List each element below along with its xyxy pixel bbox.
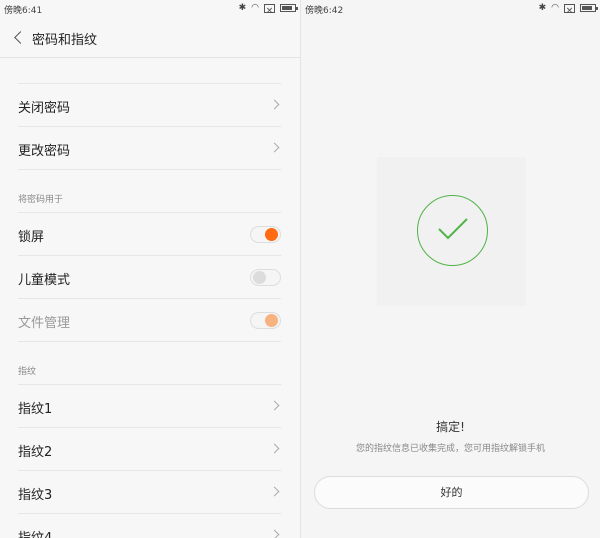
lockscreen-toggle[interactable] (250, 226, 281, 243)
close-password-row[interactable]: 关闭密码 (18, 83, 281, 126)
status-time: 傍晚6:42 (305, 6, 344, 16)
file-manager-toggle[interactable] (250, 312, 281, 329)
chevron-right-icon (271, 445, 279, 453)
fingerprint-row-3[interactable]: 指纹3 (18, 470, 281, 513)
status-icons: ✱ ◠ × (538, 2, 598, 16)
row-label: 文件管理 (18, 316, 71, 331)
row-label: 指纹2 (18, 445, 53, 460)
wifi-icon: ◠ (251, 3, 259, 13)
bluetooth-icon: ✱ (238, 3, 247, 13)
row-label: 指纹1 (18, 402, 53, 417)
row-label: 儿童模式 (18, 273, 71, 288)
check-circle-icon (417, 195, 488, 266)
row-label: 更改密码 (18, 144, 71, 159)
chevron-right-icon (271, 144, 279, 152)
fingerprint-done-panel: 傍晚6:42 ✱ ◠ × 搞定! 您的指纹信息已收集完成，您可用指纹解锁手机 好… (300, 0, 600, 538)
status-icons: ✱ ◠ × (238, 2, 298, 16)
result-subtitle: 您的指纹信息已收集完成，您可用指纹解锁手机 (355, 444, 545, 454)
row-label: 指纹3 (18, 488, 53, 503)
battery-icon (580, 4, 598, 12)
toggle-row-lockscreen: 锁屏 (18, 212, 281, 255)
wifi-icon: ◠ (551, 3, 559, 13)
kids-mode-toggle[interactable] (250, 269, 281, 286)
toggle-knob (253, 271, 266, 284)
row-label: 指纹4 (18, 527, 52, 538)
settings-panel: 傍晚6:41 ✱ ◠ × 密码和指纹 关闭密码 更改密码 将密码用于 锁屏 儿童… (0, 0, 300, 538)
status-bar: 傍晚6:42 ✱ ◠ × (301, 0, 600, 18)
success-card (377, 157, 526, 306)
section-header-use-password: 将密码用于 (18, 195, 64, 205)
page-title: 密码和指纹 (32, 33, 98, 48)
row-label: 锁屏 (18, 230, 45, 245)
fingerprint-row-1[interactable]: 指纹1 (18, 384, 281, 427)
result-title: 搞定! (436, 420, 465, 434)
battery-icon (280, 4, 298, 12)
toggle-knob (265, 314, 278, 327)
chevron-right-icon (271, 531, 279, 538)
ok-button[interactable]: 好的 (314, 476, 589, 509)
chevron-right-icon (271, 488, 279, 496)
fingerprint-row-4[interactable]: 指纹4 (18, 513, 281, 538)
toggle-row-kids-mode: 儿童模式 (18, 255, 281, 298)
chevron-right-icon (271, 101, 279, 109)
toggle-knob (265, 228, 278, 241)
status-bar: 傍晚6:41 ✱ ◠ × (0, 0, 300, 18)
fingerprint-row-2[interactable]: 指纹2 (18, 427, 281, 470)
title-bar: 密码和指纹 (0, 18, 300, 58)
back-arrow-icon[interactable] (12, 28, 26, 46)
row-label: 关闭密码 (18, 101, 71, 116)
checkmark-icon (438, 218, 468, 240)
bluetooth-icon: ✱ (538, 3, 547, 13)
section-header-fingerprint: 指纹 (18, 367, 37, 377)
change-password-row[interactable]: 更改密码 (18, 126, 281, 169)
status-time: 傍晚6:41 (4, 6, 43, 16)
chevron-right-icon (271, 402, 279, 410)
divider (18, 169, 281, 170)
divider (18, 341, 281, 342)
toggle-row-file-manager: 文件管理 (18, 298, 281, 341)
sim-off-icon: × (564, 3, 575, 16)
sim-off-icon: × (264, 3, 275, 16)
